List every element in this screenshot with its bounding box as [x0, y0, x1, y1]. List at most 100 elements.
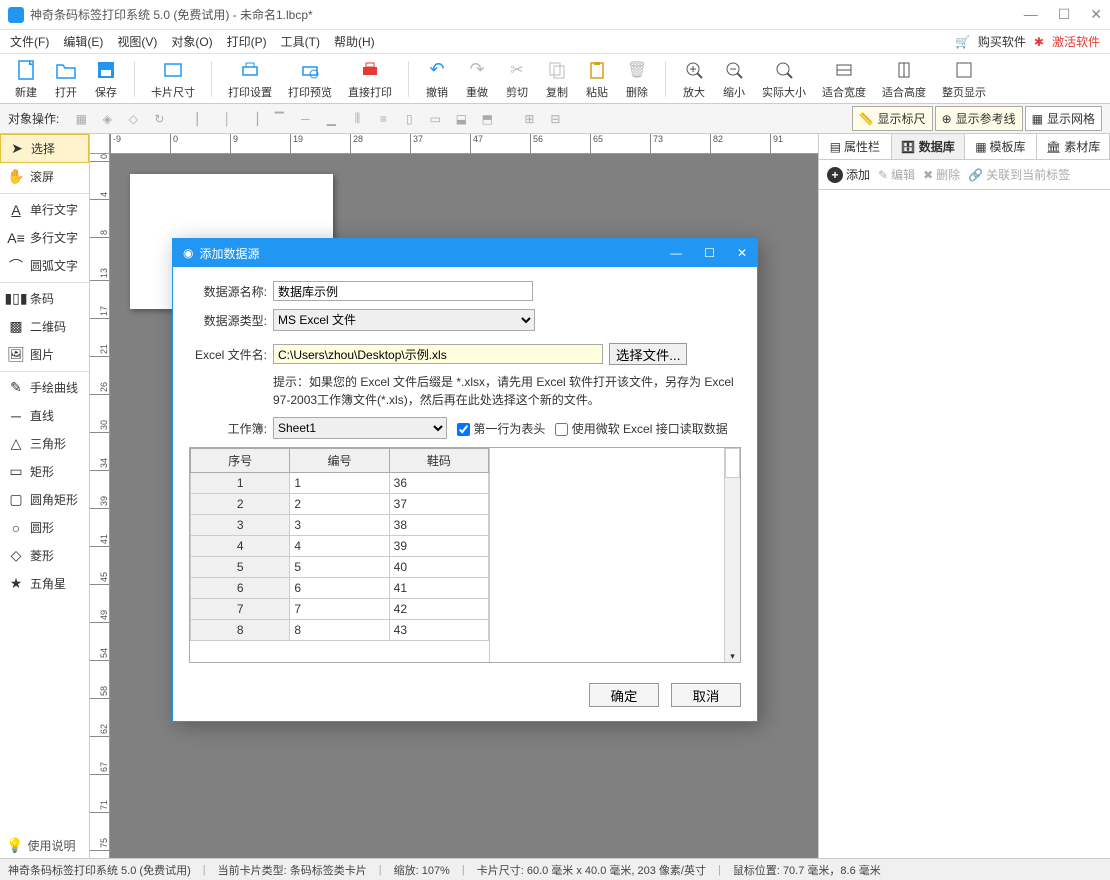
group-btn[interactable]: ⊞ [519, 109, 539, 129]
table-row[interactable]: 7742 [191, 599, 489, 620]
tool-image[interactable]: 🖼图片 [0, 341, 89, 369]
tool-diamond[interactable]: ◇菱形 [0, 542, 89, 570]
db-add[interactable]: +添加 [827, 166, 870, 183]
menu-help[interactable]: 帮助(H) [334, 33, 375, 50]
browse-button[interactable]: 选择文件... [609, 343, 687, 365]
align-btn-4[interactable]: ↻ [149, 109, 169, 129]
dialog-maximize[interactable]: ☐ [704, 246, 715, 260]
menu-file[interactable]: 文件(F) [10, 33, 49, 50]
buy-link[interactable]: 购买软件 [978, 33, 1026, 50]
activate-link[interactable]: 激活软件 [1052, 33, 1100, 50]
tool-roundrect[interactable]: ▢圆角矩形 [0, 486, 89, 514]
dialog-close[interactable]: ✕ [737, 246, 747, 260]
distribute-h[interactable]: ⫼ [347, 109, 367, 129]
align-top[interactable]: ▔ [269, 109, 289, 129]
tool-barcode[interactable]: ▮▯▮条码 [0, 285, 89, 313]
ds-type-select[interactable]: MS Excel 文件 [273, 309, 535, 331]
distribute-v[interactable]: ≡ [373, 109, 393, 129]
tb-zoom-out[interactable]: 缩小 [718, 56, 750, 102]
tool-star[interactable]: ★五角星 [0, 570, 89, 598]
align-left[interactable]: ▏ [191, 109, 211, 129]
align-extra3[interactable]: ⬓ [451, 109, 471, 129]
align-btn-2[interactable]: ◈ [97, 109, 117, 129]
tool-pan[interactable]: ✋滚屏 [0, 163, 89, 191]
menu-edit[interactable]: 编辑(E) [63, 33, 103, 50]
sheet-select[interactable]: Sheet1 [273, 417, 447, 439]
table-row[interactable]: 2237 [191, 494, 489, 515]
tb-fit-height[interactable]: 适合高度 [878, 56, 930, 102]
close-button[interactable]: ✕ [1090, 6, 1102, 23]
tool-freehand[interactable]: ✎手绘曲线 [0, 374, 89, 402]
cancel-button[interactable]: 取消 [671, 683, 741, 707]
align-bottom[interactable]: ▁ [321, 109, 341, 129]
align-middle[interactable]: ─ [295, 109, 315, 129]
tool-line[interactable]: ─直线 [0, 402, 89, 430]
tool-text-arc[interactable]: ⌒圆弧文字 [0, 252, 89, 280]
tb-print-preview[interactable]: 打印预览 [284, 56, 336, 102]
tb-card-size[interactable]: 卡片尺寸 [147, 56, 199, 102]
tool-qrcode[interactable]: ▩二维码 [0, 313, 89, 341]
tb-zoom-in[interactable]: 放大 [678, 56, 710, 102]
tb-print-direct[interactable]: 直接打印 [344, 56, 396, 102]
tab-templates[interactable]: ▦模板库 [965, 134, 1038, 159]
tool-text-multi[interactable]: A≡多行文字 [0, 224, 89, 252]
align-extra1[interactable]: ▯ [399, 109, 419, 129]
ds-file-input[interactable] [273, 344, 603, 364]
align-extra4[interactable]: ⬒ [477, 109, 497, 129]
db-link[interactable]: 🔗关联到当前标签 [968, 166, 1070, 183]
cb-excel-api[interactable]: 使用微软 Excel 接口读取数据 [555, 420, 727, 437]
menu-view[interactable]: 视图(V) [117, 33, 157, 50]
tb-delete[interactable]: 🗑删除 [621, 56, 653, 102]
dialog-titlebar[interactable]: ◉添加数据源 — ☐ ✕ [173, 239, 757, 267]
cb-header-row[interactable]: 第一行为表头 [457, 420, 545, 437]
toggle-grid[interactable]: ▦显示网格 [1025, 106, 1102, 131]
minimize-button[interactable]: — [1024, 6, 1038, 23]
sub-toolbar: 对象操作: ▦ ◈ ◇ ↻ ▏ │ ▕ ▔ ─ ▁ ⫼ ≡ ▯ ▭ ⬓ ⬒ ⊞ … [0, 104, 1110, 134]
maximize-button[interactable]: ☐ [1058, 6, 1071, 23]
tool-select[interactable]: ➤选择 [0, 134, 89, 163]
align-right[interactable]: ▕ [243, 109, 263, 129]
tb-cut[interactable]: ✂剪切 [501, 56, 533, 102]
tb-redo[interactable]: ↷重做 [461, 56, 493, 102]
menu-object[interactable]: 对象(O) [171, 33, 212, 50]
table-row[interactable]: 6641 [191, 578, 489, 599]
tb-zoom-actual[interactable]: 实际大小 [758, 56, 810, 102]
table-row[interactable]: 4439 [191, 536, 489, 557]
tb-undo[interactable]: ↶撤销 [421, 56, 453, 102]
tool-triangle[interactable]: △三角形 [0, 430, 89, 458]
tool-rect[interactable]: ▭矩形 [0, 458, 89, 486]
tab-assets[interactable]: 🏛素材库 [1037, 134, 1110, 159]
db-delete[interactable]: ✖删除 [923, 166, 960, 183]
menu-print[interactable]: 打印(P) [227, 33, 267, 50]
db-edit[interactable]: ✎编辑 [878, 166, 915, 183]
dialog-minimize[interactable]: — [670, 246, 682, 260]
help-link[interactable]: 💡使用说明 [6, 837, 75, 854]
tool-text-single[interactable]: A单行文字 [0, 196, 89, 224]
tb-copy[interactable]: 复制 [541, 56, 573, 102]
table-row[interactable]: 1136 [191, 473, 489, 494]
tb-fit-page[interactable]: 整页显示 [938, 56, 990, 102]
ungroup-btn[interactable]: ⊟ [545, 109, 565, 129]
table-row[interactable]: 5540 [191, 557, 489, 578]
table-row[interactable]: 8843 [191, 620, 489, 641]
tool-circle[interactable]: ○圆形 [0, 514, 89, 542]
tb-paste[interactable]: 粘贴 [581, 56, 613, 102]
align-extra2[interactable]: ▭ [425, 109, 445, 129]
align-btn-3[interactable]: ◇ [123, 109, 143, 129]
ds-name-input[interactable] [273, 281, 533, 301]
align-center-h[interactable]: │ [217, 109, 237, 129]
tab-database[interactable]: 🗄数据库 [892, 134, 965, 159]
tb-print-setup[interactable]: 打印设置 [224, 56, 276, 102]
tb-fit-width[interactable]: 适合宽度 [818, 56, 870, 102]
preview-scrollbar[interactable]: ▴▾ [724, 448, 740, 662]
tb-open[interactable]: 打开 [50, 56, 82, 102]
table-row[interactable]: 3338 [191, 515, 489, 536]
tab-properties[interactable]: ▤属性栏 [819, 134, 892, 159]
menu-tools[interactable]: 工具(T) [281, 33, 320, 50]
tb-save[interactable]: 保存 [90, 56, 122, 102]
toggle-guides[interactable]: ⊕显示参考线 [935, 106, 1023, 131]
tb-new[interactable]: 新建 [10, 56, 42, 102]
ok-button[interactable]: 确定 [589, 683, 659, 707]
align-btn-1[interactable]: ▦ [71, 109, 91, 129]
toggle-ruler[interactable]: 📏显示标尺 [852, 106, 933, 131]
